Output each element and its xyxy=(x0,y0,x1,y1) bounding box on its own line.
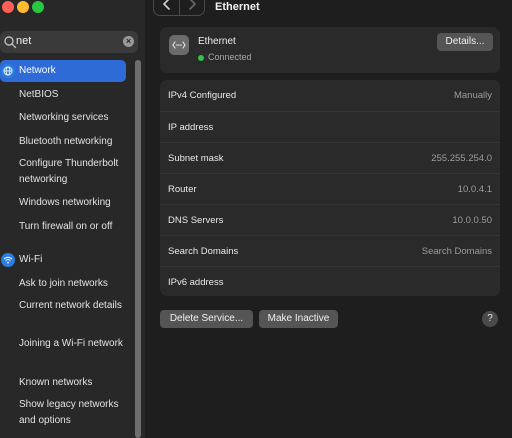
sidebar-item-label: Network xyxy=(19,65,56,76)
chevron-right-icon[interactable] xyxy=(186,0,198,11)
info-key: Search Domains xyxy=(168,246,239,257)
info-key: IPv6 address xyxy=(168,277,224,288)
info-key: Router xyxy=(168,184,197,195)
search-icon xyxy=(4,36,17,49)
sidebar-item-thunderbolt-networking[interactable]: Configure Thunderbolt networking xyxy=(19,156,137,188)
info-row-search-domains: Search Domains Search Domains xyxy=(160,235,500,267)
sidebar-item-current-network[interactable]: Current network details xyxy=(19,298,137,314)
info-key: DNS Servers xyxy=(168,215,224,226)
info-key: IPv4 Configured xyxy=(168,90,237,101)
navigation-buttons xyxy=(153,0,205,16)
page-title: Ethernet xyxy=(215,1,260,13)
info-key: IP address xyxy=(168,122,214,133)
globe-icon xyxy=(1,64,15,78)
sidebar-item-bluetooth-networking[interactable]: Bluetooth networking xyxy=(19,134,137,150)
search-field[interactable]: net × xyxy=(0,31,138,53)
sidebar-item-windows-networking[interactable]: Windows networking xyxy=(19,195,137,211)
sidebar-item-known-networks[interactable]: Known networks xyxy=(19,375,137,391)
info-row-router: Router 10.0.4.1 xyxy=(160,173,500,205)
network-info-list: IPv4 Configured Manually IP address Subn… xyxy=(160,80,500,296)
sidebar-item-label: Wi-Fi xyxy=(19,254,43,265)
help-button[interactable]: ? xyxy=(482,311,498,327)
sidebar-item-joining-wifi[interactable]: Joining a Wi-Fi network xyxy=(19,336,137,352)
minimize-window-button[interactable] xyxy=(17,1,29,13)
wifi-icon xyxy=(1,253,15,267)
sidebar: net × Network NetBIOS Networking service… xyxy=(0,0,145,438)
info-row-ip-address: IP address xyxy=(160,111,500,143)
info-value[interactable]: 10.0.0.50 xyxy=(452,215,492,226)
sidebar-item-networking-services[interactable]: Networking services xyxy=(19,110,137,126)
sidebar-scrollbar[interactable] xyxy=(135,60,141,438)
nav-divider xyxy=(179,0,180,15)
ethernet-icon xyxy=(169,35,189,55)
sidebar-item-firewall[interactable]: Turn firewall on or off xyxy=(19,219,137,235)
details-button[interactable]: Details... xyxy=(437,33,493,51)
status-dot xyxy=(198,55,204,61)
info-key: Subnet mask xyxy=(168,153,224,164)
info-row-subnet-mask: Subnet mask 255.255.254.0 xyxy=(160,142,500,174)
sidebar-item-ask-to-join[interactable]: Ask to join networks xyxy=(19,276,137,292)
sidebar-item-network[interactable]: Network xyxy=(0,60,126,82)
status-text: Connected xyxy=(208,52,252,62)
service-name: Ethernet xyxy=(198,36,236,47)
info-row-ipv6-address: IPv6 address xyxy=(160,266,500,298)
zoom-window-button[interactable] xyxy=(32,1,44,13)
delete-service-button[interactable]: Delete Service... xyxy=(160,310,253,328)
sidebar-item-netbios[interactable]: NetBIOS xyxy=(19,87,137,103)
search-input[interactable]: net xyxy=(16,35,31,47)
info-row-ipv4-configured: IPv4 Configured Manually xyxy=(160,80,500,111)
info-value[interactable]: 255.255.254.0 xyxy=(431,153,492,164)
make-inactive-button[interactable]: Make Inactive xyxy=(259,310,338,328)
info-value[interactable]: 10.0.4.1 xyxy=(458,184,492,195)
info-value[interactable]: Manually xyxy=(454,90,492,101)
info-value[interactable]: Search Domains xyxy=(422,246,492,257)
scrollbar-thumb[interactable] xyxy=(135,60,141,438)
chevron-left-icon[interactable] xyxy=(161,0,173,11)
close-window-button[interactable] xyxy=(2,1,14,13)
clear-search-icon[interactable]: × xyxy=(123,36,134,47)
sidebar-item-wifi[interactable]: Wi-Fi xyxy=(0,249,126,271)
sidebar-item-legacy-networks[interactable]: Show legacy networks and options xyxy=(19,397,137,429)
info-row-dns-servers: DNS Servers 10.0.0.50 xyxy=(160,204,500,236)
